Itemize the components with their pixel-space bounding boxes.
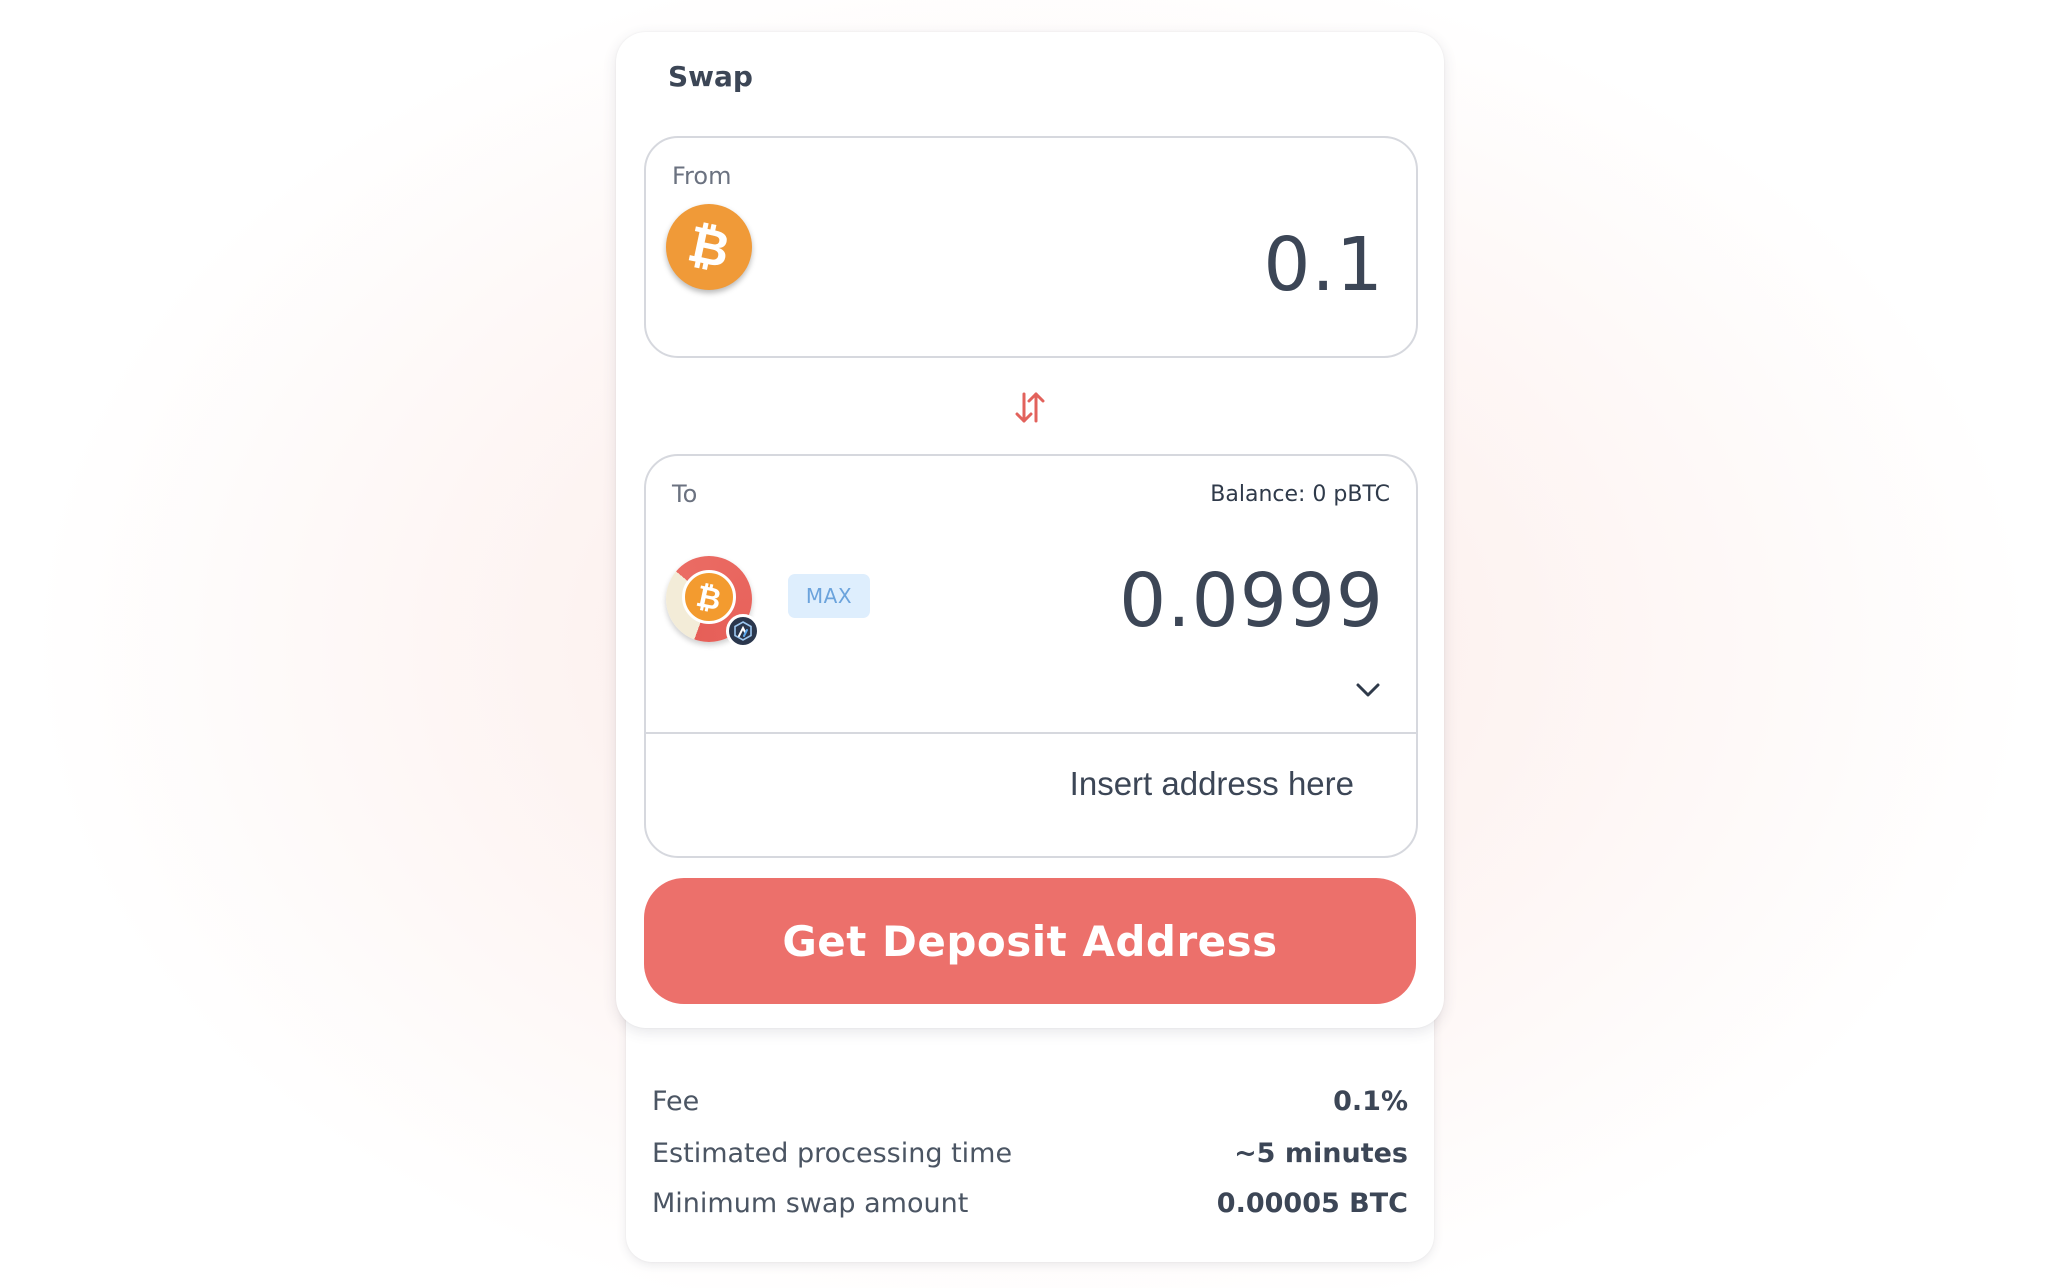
pbtc-icon[interactable]: ₿ [666,556,760,648]
bitcoin-icon[interactable]: ₿ [666,204,752,290]
swap-card: Swap From ₿ 0.1 To Balance: 0 pBTC ₿ MAX… [616,32,1444,1028]
fee-label: Fee [652,1086,700,1117]
minimum-swap-row: Minimum swap amount 0.00005 BTC [652,1188,1408,1219]
from-panel: From ₿ 0.1 [644,136,1418,358]
svg-text:₿: ₿ [683,220,735,274]
minimum-swap-value: 0.00005 BTC [1216,1188,1408,1219]
to-amount[interactable]: 0.0999 [1119,558,1384,644]
svg-text:₿: ₿ [693,579,724,615]
get-deposit-address-button[interactable]: Get Deposit Address [644,878,1416,1004]
fee-row: Fee 0.1% [652,1086,1408,1117]
swap-arrows-icon[interactable] [1014,390,1046,426]
swap-title: Swap [668,60,753,93]
to-panel: To Balance: 0 pBTC ₿ MAX 0.0999 [644,454,1418,858]
info-card: Fee 0.1% Estimated processing time ~5 mi… [626,1000,1434,1262]
arbitrum-icon [726,614,760,648]
processing-time-value: ~5 minutes [1234,1138,1408,1169]
processing-time-row: Estimated processing time ~5 minutes [652,1138,1408,1169]
address-input[interactable] [666,748,1356,820]
max-button[interactable]: MAX [788,574,870,618]
balance-text: Balance: 0 pBTC [1210,482,1390,507]
to-label: To [672,480,698,508]
processing-time-label: Estimated processing time [652,1138,1013,1169]
chevron-down-icon[interactable] [1354,680,1382,700]
address-divider [646,732,1416,734]
from-amount[interactable]: 0.1 [1263,222,1384,308]
from-label: From [672,162,732,190]
minimum-swap-label: Minimum swap amount [652,1188,969,1219]
bitcoin-icon: ₿ [682,570,736,624]
fee-value: 0.1% [1333,1086,1408,1117]
